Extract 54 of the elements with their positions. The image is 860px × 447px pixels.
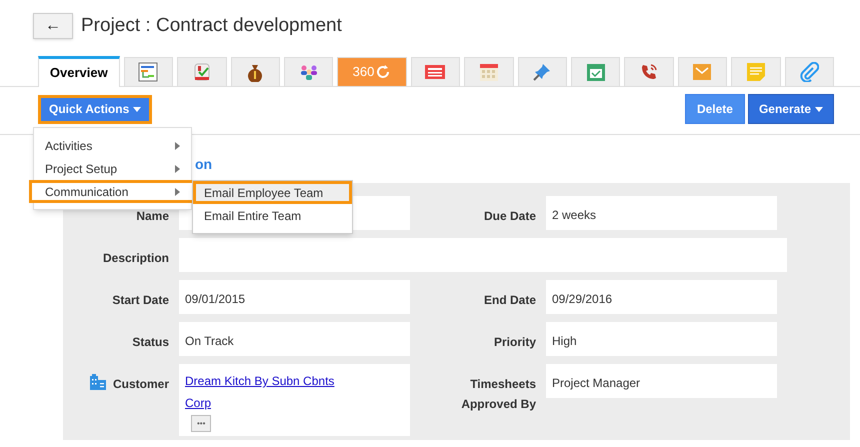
field-value: Project Manager xyxy=(552,375,640,392)
quick-actions-button[interactable]: Quick Actions xyxy=(38,94,152,124)
tab[interactable] xyxy=(518,57,567,86)
field-value: 09/01/2015 xyxy=(185,291,246,308)
building-icon xyxy=(88,374,107,390)
tab[interactable] xyxy=(570,57,620,86)
page-title: Project : Contract development xyxy=(81,14,342,38)
gantt-chart-icon xyxy=(138,62,158,82)
field-label: Priority xyxy=(494,334,536,351)
customer-link[interactable]: Dream Kitch By Subn Cbnts Corp xyxy=(185,370,355,414)
tab[interactable] xyxy=(624,57,674,86)
menu-item[interactable]: Activities xyxy=(34,134,191,157)
field-value: High xyxy=(552,333,577,350)
section-title: on xyxy=(195,155,214,174)
checklist-icon xyxy=(192,62,212,82)
envelope-icon xyxy=(692,62,712,82)
field-label: Start Date xyxy=(112,292,169,309)
tab[interactable] xyxy=(124,57,174,86)
field-value: 2 weeks xyxy=(552,207,596,224)
phone-icon xyxy=(639,62,660,82)
field-label: Due Date xyxy=(484,208,536,225)
caret-right-icon xyxy=(175,142,180,150)
caret-icon xyxy=(133,106,142,112)
field-label: End Date xyxy=(484,292,536,309)
tab[interactable] xyxy=(230,57,280,86)
menu-item[interactable]: Email Entire Team xyxy=(193,204,352,227)
calendar-icon xyxy=(478,62,499,82)
pushpin-icon xyxy=(532,62,552,82)
field-label: Description xyxy=(102,250,169,267)
tab[interactable] xyxy=(784,57,834,86)
tab[interactable] xyxy=(284,57,334,86)
tab[interactable] xyxy=(410,57,460,86)
newspaper-icon xyxy=(424,64,446,80)
field-label: Status xyxy=(132,334,169,351)
sticky-note-icon xyxy=(746,62,766,82)
menu-item[interactable]: Email Employee Team xyxy=(193,181,352,204)
tab[interactable]: Overview xyxy=(38,56,120,87)
refresh-icon xyxy=(375,64,392,80)
more-button[interactable]: ••• xyxy=(191,415,212,432)
calendar-check-icon xyxy=(586,62,606,82)
caret-right-icon xyxy=(175,164,180,172)
tab[interactable] xyxy=(464,57,514,86)
back-button[interactable]: ← xyxy=(33,13,73,39)
generate-button[interactable]: Generate xyxy=(748,94,834,124)
paperclip-icon xyxy=(799,62,820,82)
menu-item[interactable]: Project Setup xyxy=(34,157,191,180)
caret-right-icon xyxy=(175,188,180,196)
field-value: 09/29/2016 xyxy=(552,291,612,308)
tab[interactable] xyxy=(177,57,226,86)
field-value: On Track xyxy=(185,333,234,350)
field-label: Name xyxy=(136,208,169,225)
field-label: Customer xyxy=(112,376,169,393)
field-label: Timesheets Approved By xyxy=(460,376,536,413)
caret-icon xyxy=(815,106,823,112)
